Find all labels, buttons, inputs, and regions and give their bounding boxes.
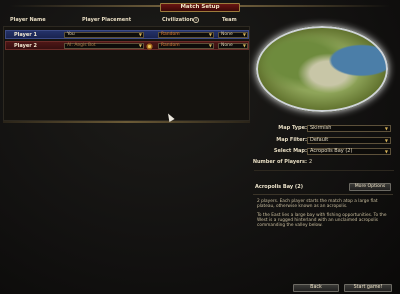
- header-civilization: Civilization: [162, 17, 194, 23]
- select-map-value: Acropolis Bay (2): [310, 148, 353, 154]
- description-paragraph: To the East lies a large bay with fishin…: [257, 213, 387, 229]
- map-type-setting: Map Type: Skirmish ▼: [254, 124, 394, 132]
- number-of-players-label: Number of Players:: [252, 159, 307, 165]
- chevron-down-icon: ▼: [138, 43, 142, 48]
- map-preview-image: [256, 26, 388, 112]
- player-name: Player 2: [14, 43, 37, 49]
- placement-dropdown[interactable]: AI: Aegis Bot ▼: [64, 43, 144, 49]
- placement-value: AI: Aegis Bot: [67, 43, 96, 48]
- number-of-players-value: 2: [309, 159, 313, 165]
- civilization-value: Random: [161, 32, 180, 37]
- player-row-1: Player 1 You ▼ Random ▼ None ▼: [5, 30, 249, 39]
- team-dropdown[interactable]: None ▼: [218, 43, 248, 49]
- players-table-header: Player Name Player Placement Civilizatio…: [0, 16, 250, 24]
- chevron-down-icon: ▼: [384, 126, 388, 131]
- map-filter-value: Default: [310, 137, 329, 143]
- map-preview: [252, 22, 392, 117]
- map-type-dropdown[interactable]: Skirmish ▼: [307, 125, 391, 132]
- map-description-title: Acropolis Bay (2): [255, 184, 303, 190]
- description-paragraph: 2 players. Each player starts the match …: [257, 199, 378, 210]
- player-row-2: Player 2 AI: Aegis Bot ▼ Random ▼ None ▼: [5, 41, 249, 50]
- settings-divider: [254, 170, 394, 171]
- team-value: None: [221, 32, 233, 37]
- info-icon[interactable]: i: [193, 17, 199, 23]
- civilization-value: Random: [161, 43, 180, 48]
- chevron-down-icon: ▼: [208, 43, 212, 48]
- banner-ornament-left: [10, 5, 160, 7]
- start-game-button[interactable]: Start game!: [344, 284, 392, 292]
- header-player-placement: Player Placement: [82, 17, 132, 23]
- back-button[interactable]: Back: [293, 284, 339, 292]
- select-map-dropdown[interactable]: Acropolis Bay (2) ▼: [307, 148, 391, 155]
- chevron-down-icon: ▼: [208, 32, 212, 37]
- players-panel: Player 1 You ▼ Random ▼ None ▼ Player 2 …: [3, 26, 250, 121]
- team-dropdown[interactable]: None ▼: [218, 32, 248, 38]
- panel-divider: [3, 121, 250, 123]
- map-filter-setting: Map Filter: Default ▼: [254, 136, 394, 144]
- map-description: 2 players. Each player starts the match …: [253, 194, 393, 278]
- chevron-down-icon: ▼: [242, 32, 246, 37]
- select-map-setting: Select Map: Acropolis Bay (2) ▼: [254, 147, 394, 155]
- number-of-players-setting: Number of Players: 2: [252, 158, 394, 166]
- chevron-down-icon: ▼: [242, 43, 246, 48]
- map-type-value: Skirmish: [310, 125, 332, 131]
- more-options-button[interactable]: More Options: [349, 183, 391, 191]
- chevron-down-icon: ▼: [138, 32, 142, 37]
- placement-dropdown[interactable]: You ▼: [64, 32, 144, 38]
- placement-value: You: [67, 32, 75, 37]
- map-filter-label: Map Filter:: [276, 137, 307, 143]
- ai-config-sun-icon[interactable]: [146, 43, 153, 50]
- banner-ornament-right: [240, 5, 390, 7]
- player-name: Player 1: [14, 32, 37, 38]
- match-setup-screen: Match Setup Player Name Player Placement…: [0, 0, 400, 294]
- civilization-dropdown[interactable]: Random ▼: [158, 43, 214, 49]
- header-player-name: Player Name: [10, 17, 46, 23]
- team-value: None: [221, 43, 233, 48]
- chevron-down-icon: ▼: [384, 149, 388, 154]
- map-filter-dropdown[interactable]: Default ▼: [307, 137, 391, 144]
- map-type-label: Map Type:: [278, 125, 307, 131]
- civilization-dropdown[interactable]: Random ▼: [158, 32, 214, 38]
- select-map-label: Select Map:: [273, 148, 307, 154]
- header-team: Team: [222, 17, 237, 23]
- page-title: Match Setup: [160, 3, 240, 12]
- chevron-down-icon: ▼: [384, 138, 388, 143]
